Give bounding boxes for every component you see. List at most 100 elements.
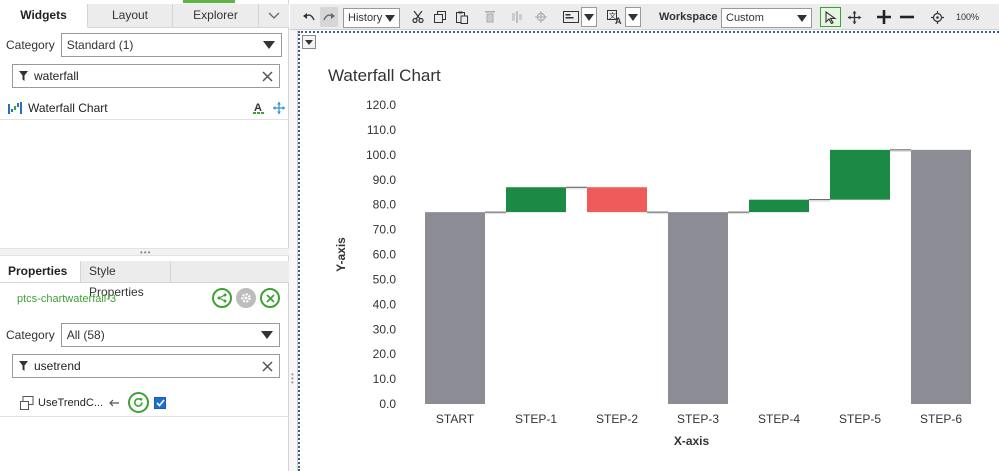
x-tick-label: STEP-2 [596,412,638,426]
bar-step-4 [749,199,809,213]
pan-tool-button[interactable] [847,7,861,27]
properties-category-value: All (58) [66,328,105,342]
drag-handle-icon: ••• [291,370,294,387]
cut-button[interactable] [411,7,425,27]
tab-properties[interactable]: Properties [0,261,81,282]
dropdown-caret-icon [385,15,395,22]
y-tick-label: 10.0 [373,372,397,386]
composer-tabs: Widgets Layout Explorer [0,4,289,28]
copy-button[interactable] [433,7,447,27]
x-tick-label: STEP-4 [758,412,800,426]
widget-list-item[interactable]: Waterfall Chart A [0,96,289,120]
property-search-input[interactable]: usetrend [12,354,280,378]
scissors-icon [412,11,424,23]
align-middle-button[interactable] [510,7,524,27]
pointer-icon [824,10,837,24]
refresh-button[interactable] [128,392,150,413]
paste-button[interactable] [455,7,469,27]
workspace-value: Custom [726,12,764,24]
category-select[interactable]: Standard (1) [60,33,282,57]
gear-icon [241,293,251,303]
tab-layout[interactable]: Layout [88,4,173,28]
clear-search-icon[interactable] [262,70,273,82]
redo-icon [323,13,335,21]
zoom-in-button[interactable] [876,7,892,27]
mashup-toolbar: History 文A Workspace Custom 100% [290,4,999,30]
y-tick-label: 80.0 [373,198,397,212]
workspace-label: Workspace [659,11,718,23]
category-row: Category Standard (1) [6,33,282,57]
x-axis-ticks: START STEP-1 STEP-2 STEP-3 STEP-4 STEP-5 STEP-… [436,412,962,426]
redo-button[interactable] [320,7,338,27]
select-tool-button[interactable] [820,7,841,27]
chevron-down-icon [268,12,280,19]
y-tick-label: 110.0 [367,123,396,137]
move-icon[interactable] [273,101,285,114]
text-style-icon[interactable]: A [253,101,265,115]
x-tick-label: STEP-1 [515,412,557,426]
history-label: History [348,12,383,24]
zoom-out-button[interactable] [899,7,915,27]
remove-button[interactable] [260,288,280,308]
chart-bars [425,149,971,404]
collapse-panel-button[interactable] [259,4,289,27]
category-value: Standard (1) [66,38,134,52]
y-tick-label: 120.0 [366,98,396,112]
center-button[interactable] [534,7,548,27]
mashup-canvas[interactable]: Waterfall Chart 0.0 10.0 20.0 30.0 40.0 50.0 6… [298,31,999,471]
usetrend-checkbox[interactable] [154,396,167,409]
widget-id-label: ptcs-chartwaterfall-3 [17,293,117,305]
property-search-value: usetrend [34,359,81,373]
property-name: UseTrendC... [38,396,104,409]
properties-category-select[interactable]: All (58) [60,323,280,347]
bar-step-1 [506,187,566,213]
share-button[interactable] [212,288,232,308]
y-tick-label: 0.0 [379,397,396,411]
y-axis-ticks: 0.0 10.0 20.0 30.0 40.0 50.0 60.0 70.0 80.0 90.0 1… [366,98,396,411]
tab-style-properties[interactable]: Style Properties [81,261,171,299]
panel-resize-gutter[interactable]: • • • [289,28,298,471]
y-tick-label: 90.0 [373,173,397,187]
zoom-fit-button[interactable] [930,7,944,27]
x-tick-label: START [436,412,475,426]
bind-arrow-icon[interactable] [108,399,120,407]
bar-step-5 [830,149,890,200]
y-tick-label: 50.0 [373,272,397,286]
widget-search-input[interactable]: waterfall [12,64,280,88]
dropdown-caret-icon [584,13,594,21]
filter-icon [19,71,28,81]
undo-icon [303,13,315,21]
clear-search-icon[interactable] [262,360,273,372]
accent-strip [183,0,235,3]
panel-split-handle[interactable]: ••• [0,248,289,257]
language-button[interactable]: 文A [606,7,624,27]
tab-explorer[interactable]: Explorer [173,4,259,28]
translate-icon: 文A [607,10,622,24]
plus-icon [877,10,891,24]
waterfall-chart[interactable]: Waterfall Chart 0.0 10.0 20.0 30.0 40.0 50.0 6… [300,33,999,471]
category-label: Category [6,38,55,52]
property-type-icon [20,395,34,410]
paste-icon [456,11,468,24]
x-tick-label: STEP-5 [839,412,881,426]
zoom-level: 100% [956,12,980,22]
tab-widgets[interactable]: Widgets [0,4,88,28]
bar-step-6 [911,149,971,404]
history-select[interactable]: History [343,8,400,28]
y-tick-label: 20.0 [373,347,397,361]
widget-search-value: waterfall [34,69,79,83]
left-panel: Widgets Layout Explorer Category Standar… [0,0,289,471]
share-icon [217,293,227,303]
bar-step-2 [587,187,647,213]
waterfall-chart-icon [8,101,22,114]
align-top-button[interactable] [483,7,497,27]
workspace-select[interactable]: Custom [721,8,812,28]
layout-dropdown[interactable] [581,7,597,27]
minus-icon [900,15,914,19]
undo-button[interactable] [302,7,316,27]
bar-start [425,212,485,404]
settings-button[interactable] [236,288,256,308]
layout-button[interactable] [562,7,580,27]
language-dropdown[interactable] [625,7,641,27]
y-tick-label: 40.0 [373,297,397,311]
